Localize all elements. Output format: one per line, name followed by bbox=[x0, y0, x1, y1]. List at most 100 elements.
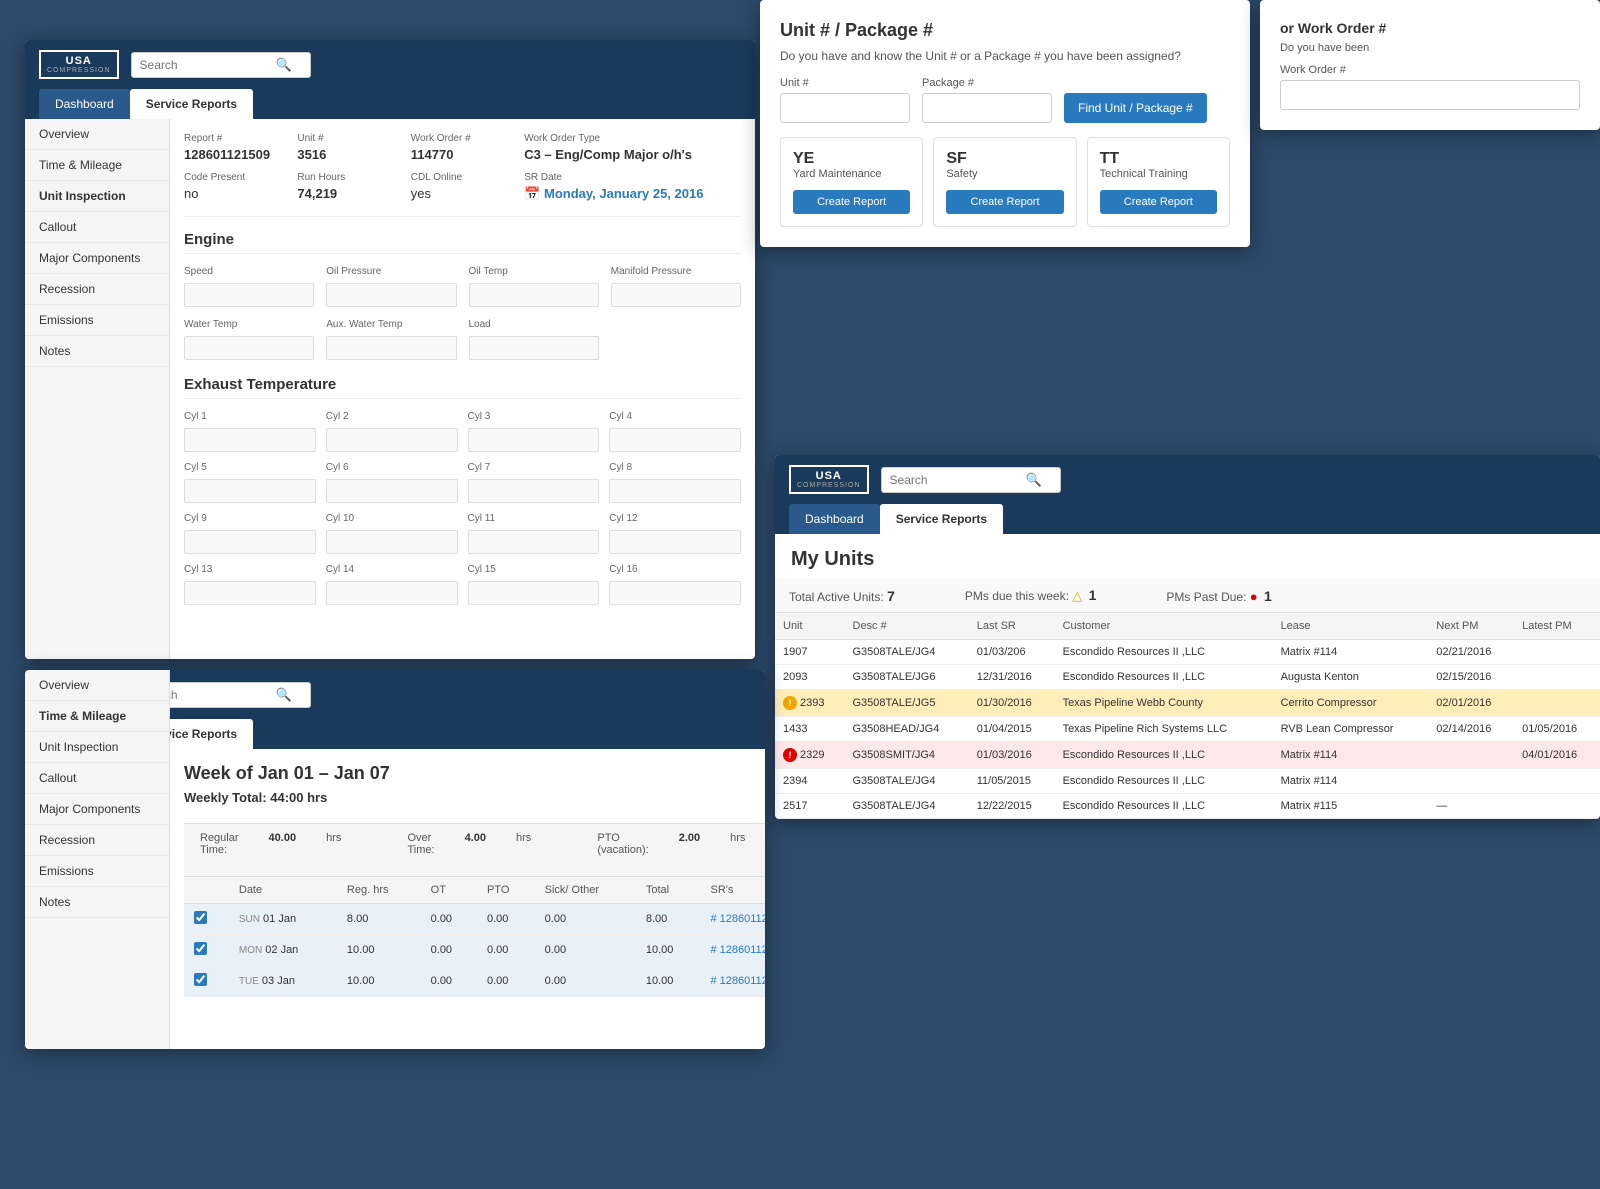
cyl7-input[interactable] bbox=[468, 479, 600, 503]
manifold-pressure-input[interactable] bbox=[611, 283, 741, 307]
tab-service-reports-1[interactable]: Service Reports bbox=[130, 89, 253, 119]
danger-indicator-icon: ! bbox=[783, 748, 797, 762]
sidebar-major-components-time[interactable]: Major Components bbox=[25, 794, 169, 825]
sidebar-notes-time[interactable]: Notes bbox=[25, 887, 169, 918]
cyl1-input[interactable] bbox=[184, 428, 316, 452]
sidebar-recession-1[interactable]: Recession bbox=[25, 274, 169, 305]
tab-dashboard-my-units[interactable]: Dashboard bbox=[789, 504, 880, 534]
cyl9-input[interactable] bbox=[184, 530, 316, 554]
sidebar-callout-1[interactable]: Callout bbox=[25, 212, 169, 243]
report-card-sf: SF Safety Create Report bbox=[933, 137, 1076, 227]
cyl4-input[interactable] bbox=[609, 428, 741, 452]
sidebar-unit-inspection-time[interactable]: Unit Inspection bbox=[25, 732, 169, 763]
sidebar-unit-inspection-1[interactable]: Unit Inspection bbox=[25, 181, 169, 212]
panel-my-units: USA COMPRESSION 🔍 Dashboard Service Repo… bbox=[775, 455, 1600, 819]
engine-grid: Speed Oil Pressure Oil Temp Manifold Pre… bbox=[184, 266, 741, 360]
find-unit-package-button[interactable]: Find Unit / Package # bbox=[1064, 93, 1207, 123]
cyl5-label: Cyl 5 bbox=[184, 462, 316, 473]
row-checkbox[interactable] bbox=[194, 942, 207, 955]
speed-label: Speed bbox=[184, 266, 314, 277]
cyl6-input[interactable] bbox=[326, 479, 458, 503]
table-row: ! 2329 G3508SMIT/JG4 01/03/2016 Escondid… bbox=[775, 742, 1600, 769]
row-checkbox[interactable] bbox=[194, 973, 207, 986]
cyl14-input[interactable] bbox=[326, 581, 458, 605]
wo-input[interactable] bbox=[1280, 80, 1580, 110]
sidebar-callout-time[interactable]: Callout bbox=[25, 763, 169, 794]
row-checkbox[interactable] bbox=[194, 911, 207, 924]
unit-field-group: Unit # bbox=[780, 77, 910, 123]
sidebar-emissions-time[interactable]: Emissions bbox=[25, 856, 169, 887]
cyl8-input[interactable] bbox=[609, 479, 741, 503]
cell-desc: G3508TALE/JG5 bbox=[845, 690, 969, 717]
cell-last-sr: 12/22/2015 bbox=[969, 794, 1055, 819]
cell-ot: 0.00 bbox=[421, 935, 477, 966]
oil-temp-input[interactable] bbox=[469, 283, 599, 307]
cyl13-input[interactable] bbox=[184, 581, 316, 605]
cell-checkbox[interactable] bbox=[184, 904, 229, 935]
search-input-my-units[interactable] bbox=[890, 473, 1020, 487]
wo-field-label: Work Order # bbox=[1280, 64, 1580, 76]
stat-pms-due: PMs due this week: △ 1 bbox=[965, 587, 1097, 604]
field-cyl15: Cyl 15 bbox=[468, 564, 600, 605]
tab-dashboard-1[interactable]: Dashboard bbox=[39, 89, 130, 119]
create-report-ye-button[interactable]: Create Report bbox=[793, 190, 910, 214]
sidebar-time-mileage-time[interactable]: Time & Mileage bbox=[25, 701, 169, 732]
oil-pressure-input[interactable] bbox=[326, 283, 456, 307]
sidebar-time-mileage-1[interactable]: Time & Mileage bbox=[25, 150, 169, 181]
field-cyl14: Cyl 14 bbox=[326, 564, 458, 605]
cyl16-input[interactable] bbox=[609, 581, 741, 605]
manifold-pressure-label: Manifold Pressure bbox=[611, 266, 741, 277]
unit-input[interactable] bbox=[780, 93, 910, 123]
logo-top-my-units: USA bbox=[816, 470, 842, 482]
cyl5-input[interactable] bbox=[184, 479, 316, 503]
cell-total: 10.00 bbox=[636, 966, 701, 997]
work-order-value: 114770 bbox=[411, 147, 514, 162]
cell-next-pm bbox=[1428, 742, 1514, 769]
sr-link[interactable]: # 128601121509, # 128601124567 bbox=[710, 913, 765, 925]
create-report-sf-button[interactable]: Create Report bbox=[946, 190, 1063, 214]
cell-desc: G3508TALE/JG4 bbox=[845, 794, 969, 819]
cyl13-label: Cyl 13 bbox=[184, 564, 316, 575]
cell-customer: Escondido Resources II ,LLC bbox=[1055, 665, 1273, 690]
speed-input[interactable] bbox=[184, 283, 314, 307]
cyl15-input[interactable] bbox=[468, 581, 600, 605]
engine-section-title: Engine bbox=[184, 231, 741, 254]
cell-next-pm: 02/01/2016 bbox=[1428, 690, 1514, 717]
sr-link[interactable]: # 128601121509, # 128601124567 bbox=[710, 975, 765, 987]
cyl10-input[interactable] bbox=[326, 530, 458, 554]
sidebar-recession-time[interactable]: Recession bbox=[25, 825, 169, 856]
danger-circle-icon: ● bbox=[1250, 589, 1258, 604]
cell-checkbox[interactable] bbox=[184, 935, 229, 966]
aux-water-temp-input[interactable] bbox=[326, 336, 456, 360]
load-input[interactable] bbox=[469, 336, 599, 360]
cyl11-input[interactable] bbox=[468, 530, 600, 554]
water-temp-input[interactable] bbox=[184, 336, 314, 360]
time-table-header: Date Reg. hrs OT PTO Sick/ Other Total S… bbox=[184, 877, 765, 904]
package-field-group: Package # bbox=[922, 77, 1052, 123]
cyl3-input[interactable] bbox=[468, 428, 600, 452]
oil-pressure-label: Oil Pressure bbox=[326, 266, 456, 277]
code-present-label: Code Present bbox=[184, 172, 287, 183]
cyl2-input[interactable] bbox=[326, 428, 458, 452]
sidebar-emissions-1[interactable]: Emissions bbox=[25, 305, 169, 336]
search-input-1[interactable] bbox=[140, 58, 270, 72]
search-box-my-units[interactable]: 🔍 bbox=[881, 467, 1061, 493]
cell-checkbox[interactable] bbox=[184, 966, 229, 997]
cell-unit: ! 2329 bbox=[775, 742, 845, 769]
cell-sick: 0.00 bbox=[535, 904, 636, 935]
sidebar-notes-1[interactable]: Notes bbox=[25, 336, 169, 367]
sidebar-overview-time[interactable]: Overview bbox=[25, 670, 169, 701]
cell-desc: G3508TALE/JG6 bbox=[845, 665, 969, 690]
sr-link[interactable]: # 128601121509 bbox=[710, 944, 765, 956]
search-box-1[interactable]: 🔍 bbox=[131, 52, 311, 78]
field-unit: Unit # 3516 bbox=[297, 133, 400, 162]
cyl12-input[interactable] bbox=[609, 530, 741, 554]
table-header-row: Unit Desc # Last SR Customer Lease Next … bbox=[775, 613, 1600, 640]
create-report-tt-button[interactable]: Create Report bbox=[1100, 190, 1217, 214]
package-input[interactable] bbox=[922, 93, 1052, 123]
sidebar-overview-1[interactable]: Overview bbox=[25, 119, 169, 150]
cyl16-label: Cyl 16 bbox=[609, 564, 741, 575]
cell-latest-pm: 04/01/2016 bbox=[1514, 742, 1600, 769]
sidebar-major-components-1[interactable]: Major Components bbox=[25, 243, 169, 274]
tab-service-reports-my-units[interactable]: Service Reports bbox=[880, 504, 1003, 534]
